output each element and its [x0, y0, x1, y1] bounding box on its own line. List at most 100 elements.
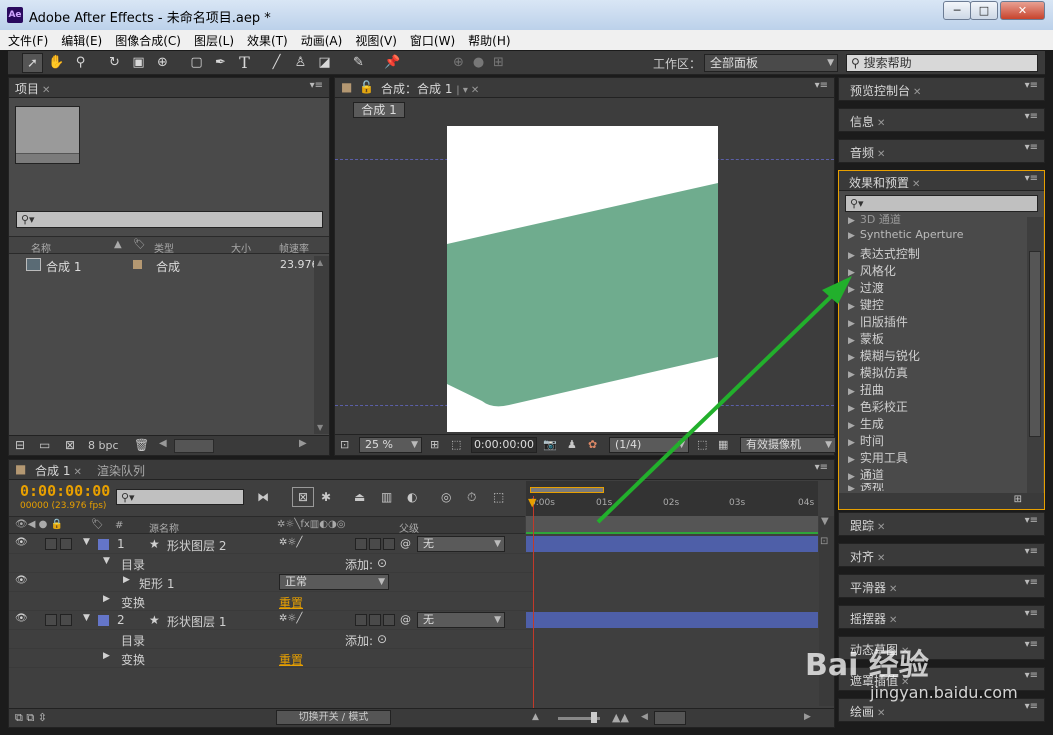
- col-fps[interactable]: 帧速率: [279, 240, 309, 255]
- region-of-interest-icon[interactable]: ⬚: [697, 438, 707, 451]
- tracker-panel[interactable]: 跟踪 ✕ ▾≡: [838, 512, 1045, 536]
- reset-link[interactable]: 重置: [279, 594, 303, 611]
- frame-blending-icon[interactable]: ▥: [381, 490, 392, 504]
- layer-row-1[interactable]: 👁 ▼ 1 ★ 形状图层 2 ✲☼╱ @ 无 ▼: [9, 535, 534, 554]
- trash-icon[interactable]: 🗑: [134, 438, 149, 452]
- menu-animation[interactable]: 动画(A): [293, 30, 348, 49]
- align-panel[interactable]: 对齐 ✕ ▾≡: [838, 543, 1045, 567]
- pen-tool-icon[interactable]: ✒: [210, 53, 231, 73]
- timeline-tab[interactable]: 合成 1 ✕: [35, 462, 82, 479]
- work-area-track[interactable]: [526, 516, 818, 534]
- brainstorm-icon[interactable]: ◎: [441, 490, 451, 504]
- timeline-timecode[interactable]: 0:00:00:00: [20, 482, 110, 500]
- add-button[interactable]: ⊙: [377, 556, 387, 570]
- wiggler-panel[interactable]: 摇摆器 ✕ ▾≡: [838, 605, 1045, 629]
- effects-scrollbar[interactable]: [1027, 217, 1043, 493]
- menu-help[interactable]: 帮助(H): [460, 30, 515, 49]
- maximize-button[interactable]: □: [970, 1, 998, 20]
- panel-menu-icon[interactable]: ▾≡: [815, 80, 828, 91]
- effect-category-synthetic[interactable]: ▶ Synthetic Aperture: [848, 228, 963, 241]
- menu-file[interactable]: 文件(F): [0, 30, 53, 49]
- resolution-select[interactable]: (1/4) ▼: [609, 437, 689, 453]
- layer-bar-1[interactable]: [526, 536, 818, 552]
- work-area-bar[interactable]: [530, 487, 604, 493]
- layer-label-color[interactable]: [98, 615, 109, 626]
- layer-bar-2[interactable]: [526, 612, 818, 628]
- eraser-tool-icon[interactable]: ◪: [314, 53, 335, 73]
- rotate-tool-icon[interactable]: ↻: [104, 53, 125, 73]
- contents-row-1[interactable]: ▼ 目录 添加: ⊙: [9, 554, 534, 573]
- effect-category-blur[interactable]: ▶ 模糊与锐化: [848, 347, 920, 364]
- timeline-search-input[interactable]: ⚲▾: [116, 489, 244, 505]
- puppet-pin-tool-icon[interactable]: 📌: [382, 53, 403, 73]
- col-size[interactable]: 大小: [231, 240, 251, 255]
- time-ruler[interactable]: 0:00s 01s 02s 03s 04s: [526, 481, 818, 516]
- blend-mode-select[interactable]: 正常 ▼: [279, 574, 389, 590]
- effect-category-obsolete[interactable]: ▶ 旧版插件: [848, 313, 908, 330]
- scroll-left-icon[interactable]: ◀: [159, 438, 167, 449]
- puppet-extra-icon[interactable]: ⊞: [488, 53, 509, 73]
- pickwhip-icon[interactable]: @: [400, 537, 411, 550]
- snapshot-icon[interactable]: 📷: [543, 438, 557, 451]
- render-queue-tab[interactable]: 渲染队列: [97, 462, 145, 479]
- layer-switches-icon[interactable]: ✲☼╱: [279, 537, 302, 548]
- effect-category-3d[interactable]: ▶ 3D 通道: [848, 211, 901, 227]
- new-folder-icon[interactable]: ▭: [39, 438, 50, 452]
- rect-label[interactable]: 矩形 1: [139, 575, 174, 592]
- motion-blur-icon[interactable]: ◐: [407, 490, 417, 504]
- rectangle-tool-icon[interactable]: ▢: [186, 53, 207, 73]
- new-preset-icon[interactable]: ⊞: [1014, 494, 1022, 505]
- layer-name[interactable]: 形状图层 1: [167, 613, 226, 630]
- panel-menu-icon[interactable]: ▾≡: [310, 80, 323, 91]
- av-switches-icon[interactable]: 👁◀ ● 🔒: [15, 519, 63, 530]
- layer-label-color[interactable]: [98, 539, 109, 550]
- col-name[interactable]: 名称: [31, 240, 51, 255]
- menu-window[interactable]: 窗口(W): [402, 30, 460, 49]
- project-tab[interactable]: 项目 ✕ ▾≡: [9, 78, 329, 98]
- parent-select-1[interactable]: 无 ▼: [417, 536, 505, 552]
- expand-panes-icon[interactable]: ⧉ ⧉ ⇳: [15, 711, 47, 725]
- camera-select[interactable]: 有效摄像机 ▼: [740, 437, 836, 453]
- collapse-arrow-icon[interactable]: ▶: [103, 594, 110, 604]
- effect-category-keying[interactable]: ▶ 键控: [848, 296, 884, 313]
- camera-tool-icon[interactable]: ▣: [128, 53, 149, 73]
- scroll-right-icon[interactable]: ▶: [299, 438, 307, 449]
- col-type[interactable]: 类型: [154, 240, 174, 255]
- effects-tab[interactable]: 效果和预置 ✕ ▾≡: [839, 171, 1044, 191]
- smoother-panel[interactable]: 平滑器 ✕ ▾≡: [838, 574, 1045, 598]
- expand-arrow-icon[interactable]: ▼: [103, 556, 110, 566]
- rect-row[interactable]: 👁 ▶ 矩形 1 正常 ▼: [9, 573, 534, 592]
- zoom-out-icon[interactable]: ▲: [532, 712, 539, 722]
- selection-tool-icon[interactable]: ➚: [22, 53, 43, 73]
- expand-arrow-icon[interactable]: ▼: [83, 537, 90, 547]
- effect-category-utility[interactable]: ▶ 实用工具: [848, 449, 908, 466]
- effect-category-channel[interactable]: ▶ 通道: [848, 466, 884, 483]
- effect-category-perspective[interactable]: ▶ 透视: [848, 483, 884, 491]
- collapse-arrow-icon[interactable]: ▶: [103, 651, 110, 661]
- menu-layer[interactable]: 图层(L): [186, 30, 239, 49]
- playhead-icon[interactable]: ▼: [528, 496, 536, 509]
- horizontal-scroll-thumb[interactable]: [174, 439, 214, 453]
- current-time-field[interactable]: 0:00:00:00: [471, 437, 537, 453]
- new-comp-icon[interactable]: ⊠: [65, 438, 75, 452]
- menu-effect[interactable]: 效果(T): [239, 30, 293, 49]
- roto-brush-tool-icon[interactable]: ✎: [348, 53, 369, 73]
- effect-category-time[interactable]: ▶ 时间: [848, 432, 884, 449]
- timeline-scroll-thumb[interactable]: [654, 711, 686, 725]
- live-update-icon[interactable]: ⊠: [292, 487, 314, 507]
- project-item-row[interactable]: 合成 1 合成 23.976 ⊞: [9, 256, 329, 275]
- effect-category-matte[interactable]: ▶ 蒙板: [848, 330, 884, 347]
- effects-search-input[interactable]: ⚲▾: [845, 195, 1038, 212]
- eye-icon[interactable]: 👁: [15, 537, 28, 548]
- add-button[interactable]: ⊙: [377, 632, 387, 646]
- grid-icon[interactable]: ⊞: [430, 438, 439, 451]
- transparency-grid-icon[interactable]: ▦: [718, 438, 728, 451]
- clone-stamp-tool-icon[interactable]: ♙: [290, 53, 311, 73]
- source-name-col[interactable]: 源名称: [149, 520, 179, 535]
- parent-select-2[interactable]: 无 ▼: [417, 612, 505, 628]
- lock-icon[interactable]: 🔓: [359, 80, 374, 94]
- layer-name[interactable]: 形状图层 2: [167, 537, 226, 554]
- show-snapshot-icon[interactable]: ♟: [567, 438, 577, 451]
- comp-mini-flowchart-icon[interactable]: ⧓: [257, 490, 269, 504]
- collapse-arrow-icon[interactable]: ▶: [123, 575, 130, 585]
